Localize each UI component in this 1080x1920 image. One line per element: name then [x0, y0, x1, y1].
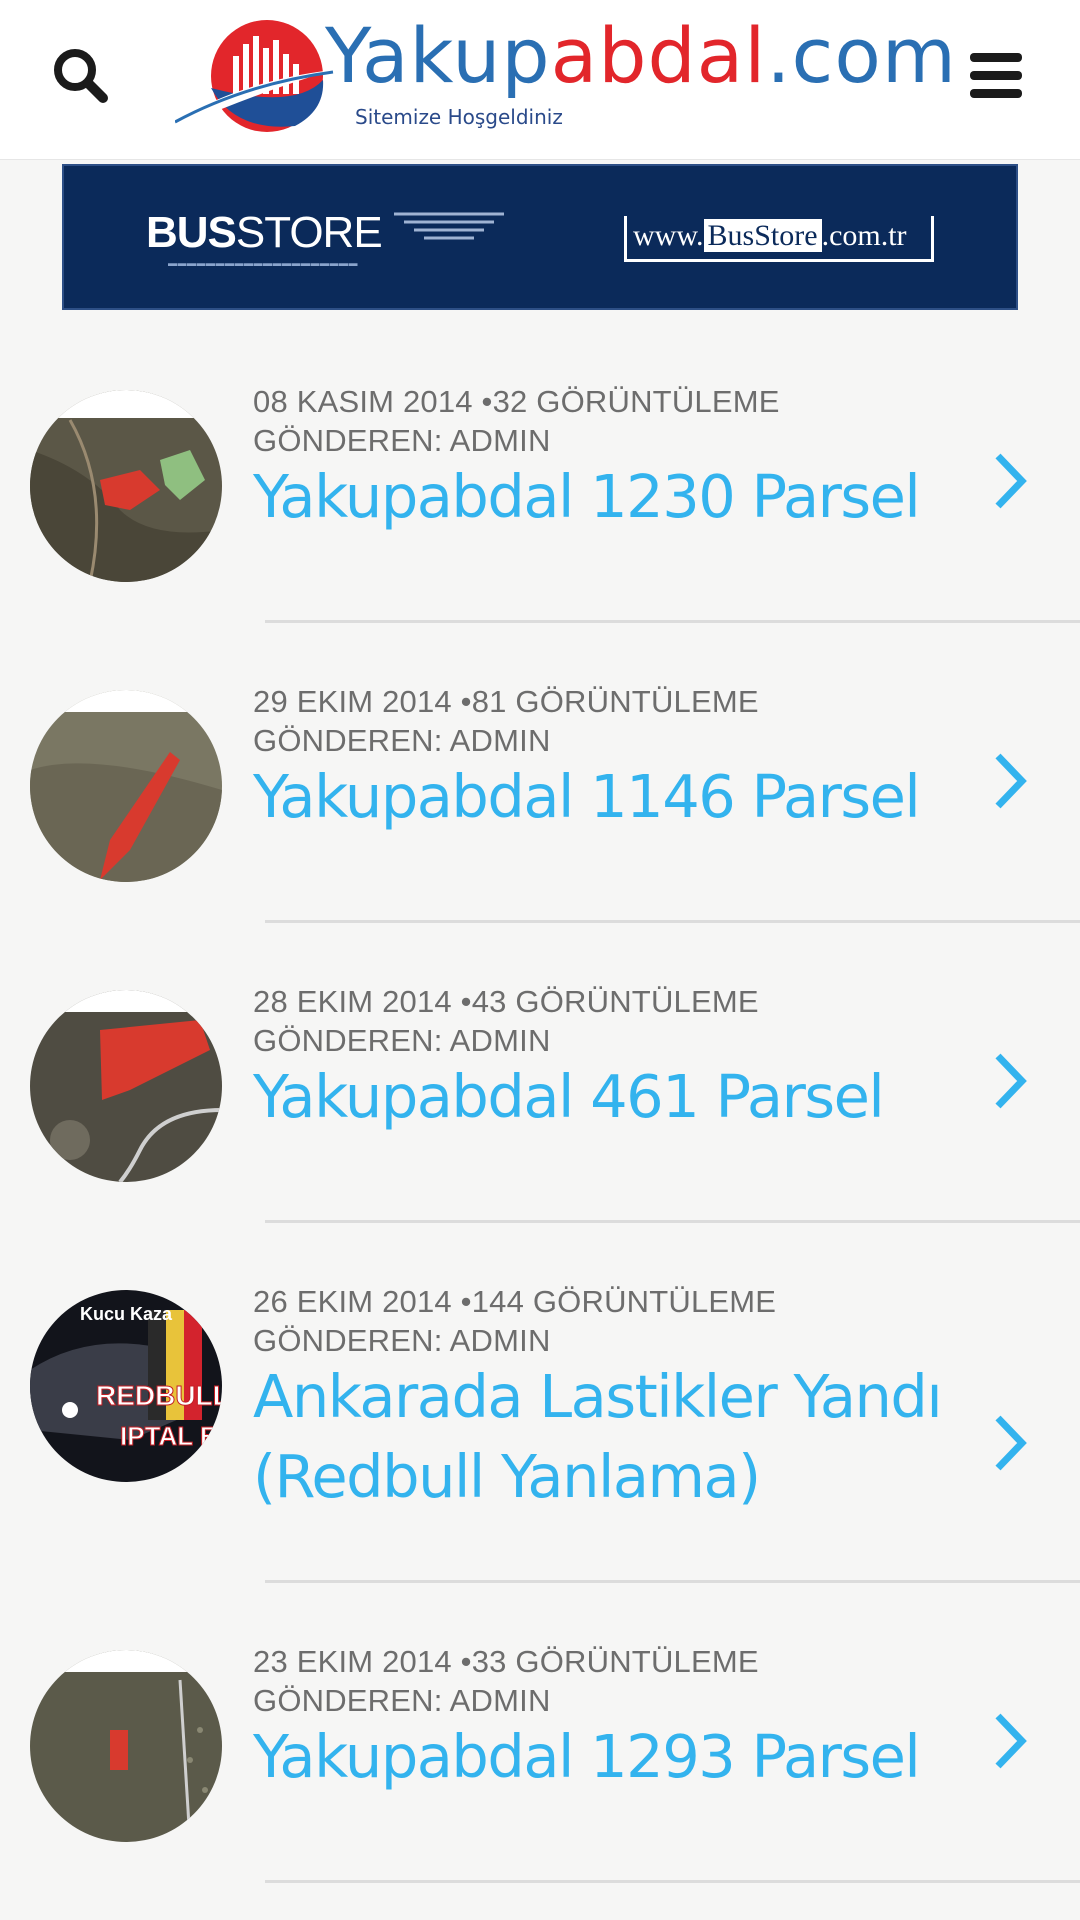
post-thumbnail — [30, 1650, 222, 1842]
divider — [265, 920, 1080, 923]
menu-button[interactable] — [960, 45, 1030, 105]
hamburger-menu-icon — [970, 53, 1022, 98]
thumb-caption-line1: REDBULL DRIFT — [96, 1380, 222, 1411]
chevron-right-icon[interactable] — [990, 1050, 1030, 1112]
banner-brand: BUSSTORE — [146, 208, 383, 258]
post-author: GÖNDEREN: ADMIN — [253, 423, 551, 458]
post-author: GÖNDEREN: ADMIN — [253, 1683, 551, 1718]
post-date-views: 29 EKIM 2014 •81 GÖRÜNTÜLEME — [253, 684, 759, 719]
post-thumbnail — [30, 990, 222, 1182]
post-date-views: 26 EKIM 2014 •144 GÖRÜNTÜLEME — [253, 1284, 777, 1319]
banner-brand-thin: STORE — [235, 208, 383, 257]
site-header: Yakupabdal.com Sitemize Hoşgeldiniz — [0, 0, 1080, 160]
post-thumbnail: Kucu Kaza REDBULL DRIFT IPTAL EDILDI — [30, 1290, 222, 1482]
banner-subtitle-decoration: ▬▬▬▬▬▬▬▬▬▬▬▬▬▬▬▬▬▬▬▬ — [168, 258, 358, 268]
post-author: GÖNDEREN: ADMIN — [253, 723, 551, 758]
redbull-thumb-icon: Kucu Kaza REDBULL DRIFT IPTAL EDILDI — [30, 1290, 222, 1482]
banner-url: www. BusStore .com.tr — [624, 216, 934, 262]
chevron-right-icon[interactable] — [990, 450, 1030, 512]
post-title[interactable]: Yakupabdal 461 Parsel — [253, 1057, 943, 1137]
post-title[interactable]: Yakupabdal 1146 Parsel — [253, 757, 943, 837]
divider — [265, 1580, 1080, 1583]
post-author: GÖNDEREN: ADMIN — [253, 1323, 551, 1358]
post-title[interactable]: Yakupabdal 1230 Parsel — [253, 457, 943, 537]
thumb-caption-top: Kucu Kaza — [80, 1304, 173, 1324]
map-thumb-icon — [30, 1650, 222, 1842]
banner-url-prefix: www. — [633, 219, 704, 252]
logo-accent: abdal — [550, 11, 767, 100]
post-author: GÖNDEREN: ADMIN — [253, 1023, 551, 1058]
post-meta: 29 EKIM 2014 •81 GÖRÜNTÜLEME GÖNDEREN: A… — [253, 682, 759, 760]
post-item[interactable]: 28 EKIM 2014 •43 GÖRÜNTÜLEME GÖNDEREN: A… — [0, 930, 1080, 1230]
site-logo[interactable]: Yakupabdal.com Sitemize Hoşgeldiniz — [175, 10, 956, 140]
banner-url-brand: BusStore — [703, 219, 822, 252]
map-thumb-icon — [30, 690, 222, 882]
divider — [265, 1880, 1080, 1883]
post-thumbnail — [30, 390, 222, 582]
chevron-right-icon[interactable] — [990, 1710, 1030, 1772]
map-thumb-icon — [30, 390, 222, 582]
banner-url-suffix: .com.tr — [821, 219, 907, 252]
post-meta: 26 EKIM 2014 •144 GÖRÜNTÜLEME GÖNDEREN: … — [253, 1282, 776, 1360]
chevron-right-icon[interactable] — [990, 750, 1030, 812]
post-item[interactable]: 23 EKIM 2014 •33 GÖRÜNTÜLEME GÖNDEREN: A… — [0, 1590, 1080, 1890]
banner-speed-lines-icon — [394, 212, 504, 240]
post-meta: 28 EKIM 2014 •43 GÖRÜNTÜLEME GÖNDEREN: A… — [253, 982, 759, 1060]
post-date-views: 23 EKIM 2014 •33 GÖRÜNTÜLEME — [253, 1644, 759, 1679]
logo-suffix: .com — [766, 11, 957, 100]
thumb-caption-line2: IPTAL EDILDI — [120, 1421, 222, 1451]
post-item[interactable]: 08 KASIM 2014 •32 GÖRÜNTÜLEME GÖNDEREN: … — [0, 330, 1080, 630]
post-date-views: 08 KASIM 2014 •32 GÖRÜNTÜLEME — [253, 384, 780, 419]
search-button[interactable] — [45, 40, 115, 110]
search-icon — [54, 49, 108, 103]
logo-main: Yakup — [325, 11, 551, 100]
logo-wordmark: Yakupabdal.com — [325, 18, 957, 94]
divider — [265, 1220, 1080, 1223]
logo-globe-icon — [175, 20, 334, 132]
busstore-ad-banner[interactable]: BUSSTORE ▬▬▬▬▬▬▬▬▬▬▬▬▬▬▬▬▬▬▬▬ www. BusSto… — [62, 164, 1018, 310]
post-title[interactable]: Ankarada Lastikler Yandı (Redbull Yanlam… — [253, 1357, 943, 1517]
divider — [265, 620, 1080, 623]
chevron-right-icon[interactable] — [990, 1412, 1030, 1474]
post-title[interactable]: Yakupabdal 1293 Parsel — [253, 1717, 943, 1797]
post-meta: 23 EKIM 2014 •33 GÖRÜNTÜLEME GÖNDEREN: A… — [253, 1642, 759, 1720]
post-item[interactable]: 29 EKIM 2014 •81 GÖRÜNTÜLEME GÖNDEREN: A… — [0, 630, 1080, 930]
post-item[interactable]: Kucu Kaza REDBULL DRIFT IPTAL EDILDI 26 … — [0, 1230, 1080, 1590]
map-thumb-icon — [30, 990, 222, 1182]
logo-tagline: Sitemize Hoşgeldiniz — [355, 105, 563, 129]
post-date-views: 28 EKIM 2014 •43 GÖRÜNTÜLEME — [253, 984, 759, 1019]
post-thumbnail — [30, 690, 222, 882]
banner-brand-bold: BUS — [146, 208, 237, 257]
post-meta: 08 KASIM 2014 •32 GÖRÜNTÜLEME GÖNDEREN: … — [253, 382, 780, 460]
